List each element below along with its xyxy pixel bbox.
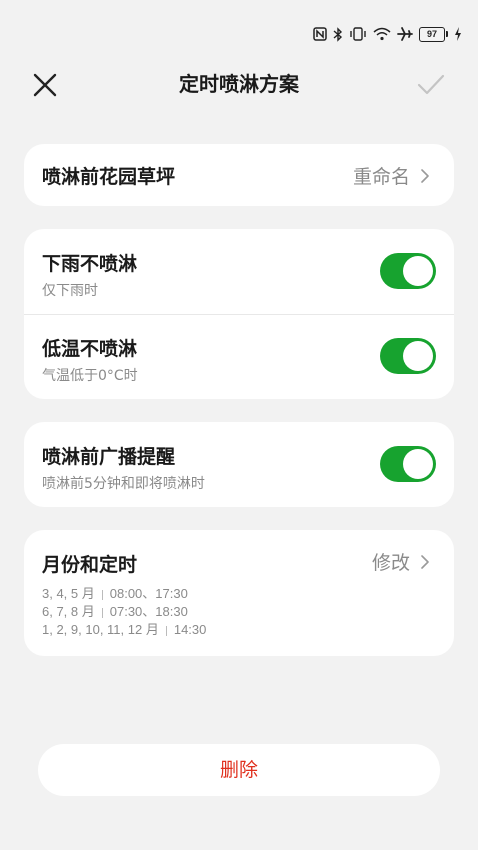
bluetooth-icon [333,26,343,42]
airplane-icon [397,27,413,41]
chevron-right-icon [421,554,429,569]
separator [101,589,103,600]
schedule-times: 07:30、18:30 [109,604,188,619]
condition-row-cold: 低温不喷淋 气温低于0°C时 [24,314,454,399]
broadcast-card: 喷淋前广播提醒 喷淋前5分钟和即将喷淋时 [24,422,454,507]
schedule-card: 月份和定时 修改 3, 4, 5 月 08:00、17:30 6, 7, 8 月0… [24,530,454,656]
header: 定时喷淋方案 [0,60,478,108]
edit-schedule-button[interactable]: 修改 [372,548,432,575]
edit-label: 修改 [371,552,410,574]
rain-toggle[interactable] [380,253,436,289]
schedule-row: 月份和定时 修改 3, 4, 5 月 08:00、17:30 6, 7, 8 月0… [24,530,454,639]
confirm-button[interactable] [416,70,446,100]
schedule-times: 14:30 [173,622,207,637]
schedule-times: 08:00、17:30 [109,586,188,601]
toggle-knob [403,256,433,286]
toggle-knob [403,341,433,371]
name-card: 喷淋前花园草坪 重命名 [24,144,454,206]
condition-row-rain: 下雨不喷淋 仅下雨时 [24,229,454,314]
broadcast-toggle[interactable] [380,446,436,482]
battery-indicator: 97 [419,26,448,42]
page-title: 定时喷淋方案 [179,72,299,96]
cold-title: 低温不喷淋 [42,338,138,360]
rename-label: 重命名 [352,166,410,188]
chevron-right-icon [421,168,429,183]
rain-title: 下雨不喷淋 [42,253,138,275]
cold-subtitle: 气温低于0°C时 [42,368,138,384]
vibrate-icon [349,27,367,41]
separator [165,625,167,636]
conditions-card: 下雨不喷淋 仅下雨时 低温不喷淋 气温低于0°C时 [24,229,454,399]
delete-button[interactable]: 删除 [38,744,440,796]
toggle-knob [403,449,433,479]
separator [101,607,103,618]
plan-name: 喷淋前花园草坪 [42,165,176,188]
battery-level: 97 [419,26,445,42]
schedule-entry: 3, 4, 5 月 08:00、17:30 [42,585,436,603]
nfc-icon [313,27,327,41]
broadcast-row: 喷淋前广播提醒 喷淋前5分钟和即将喷淋时 [24,422,454,507]
wifi-icon [373,27,391,41]
schedule-months: 3, 4, 5 月 [42,586,95,601]
check-icon [417,74,445,95]
schedule-months: 6, 7, 8 月 [42,604,95,619]
schedule-entry: 1, 2, 9, 10, 11, 12 月 14:30 [42,621,436,639]
schedule-months: 1, 2, 9, 10, 11, 12 月 [42,622,159,637]
status-bar: 97 [313,24,462,44]
name-row: 喷淋前花园草坪 重命名 [24,144,454,206]
rename-button[interactable]: 重命名 [353,162,432,189]
rain-subtitle: 仅下雨时 [42,283,98,299]
broadcast-title: 喷淋前广播提醒 [42,446,176,468]
broadcast-subtitle: 喷淋前5分钟和即将喷淋时 [42,476,205,492]
charging-icon [454,27,462,41]
schedule-entry: 6, 7, 8 月 07:30、18:30 [42,603,436,621]
schedule-list: 3, 4, 5 月 08:00、17:30 6, 7, 8 月 07:30、18:3… [42,585,436,639]
cold-toggle[interactable] [380,338,436,374]
